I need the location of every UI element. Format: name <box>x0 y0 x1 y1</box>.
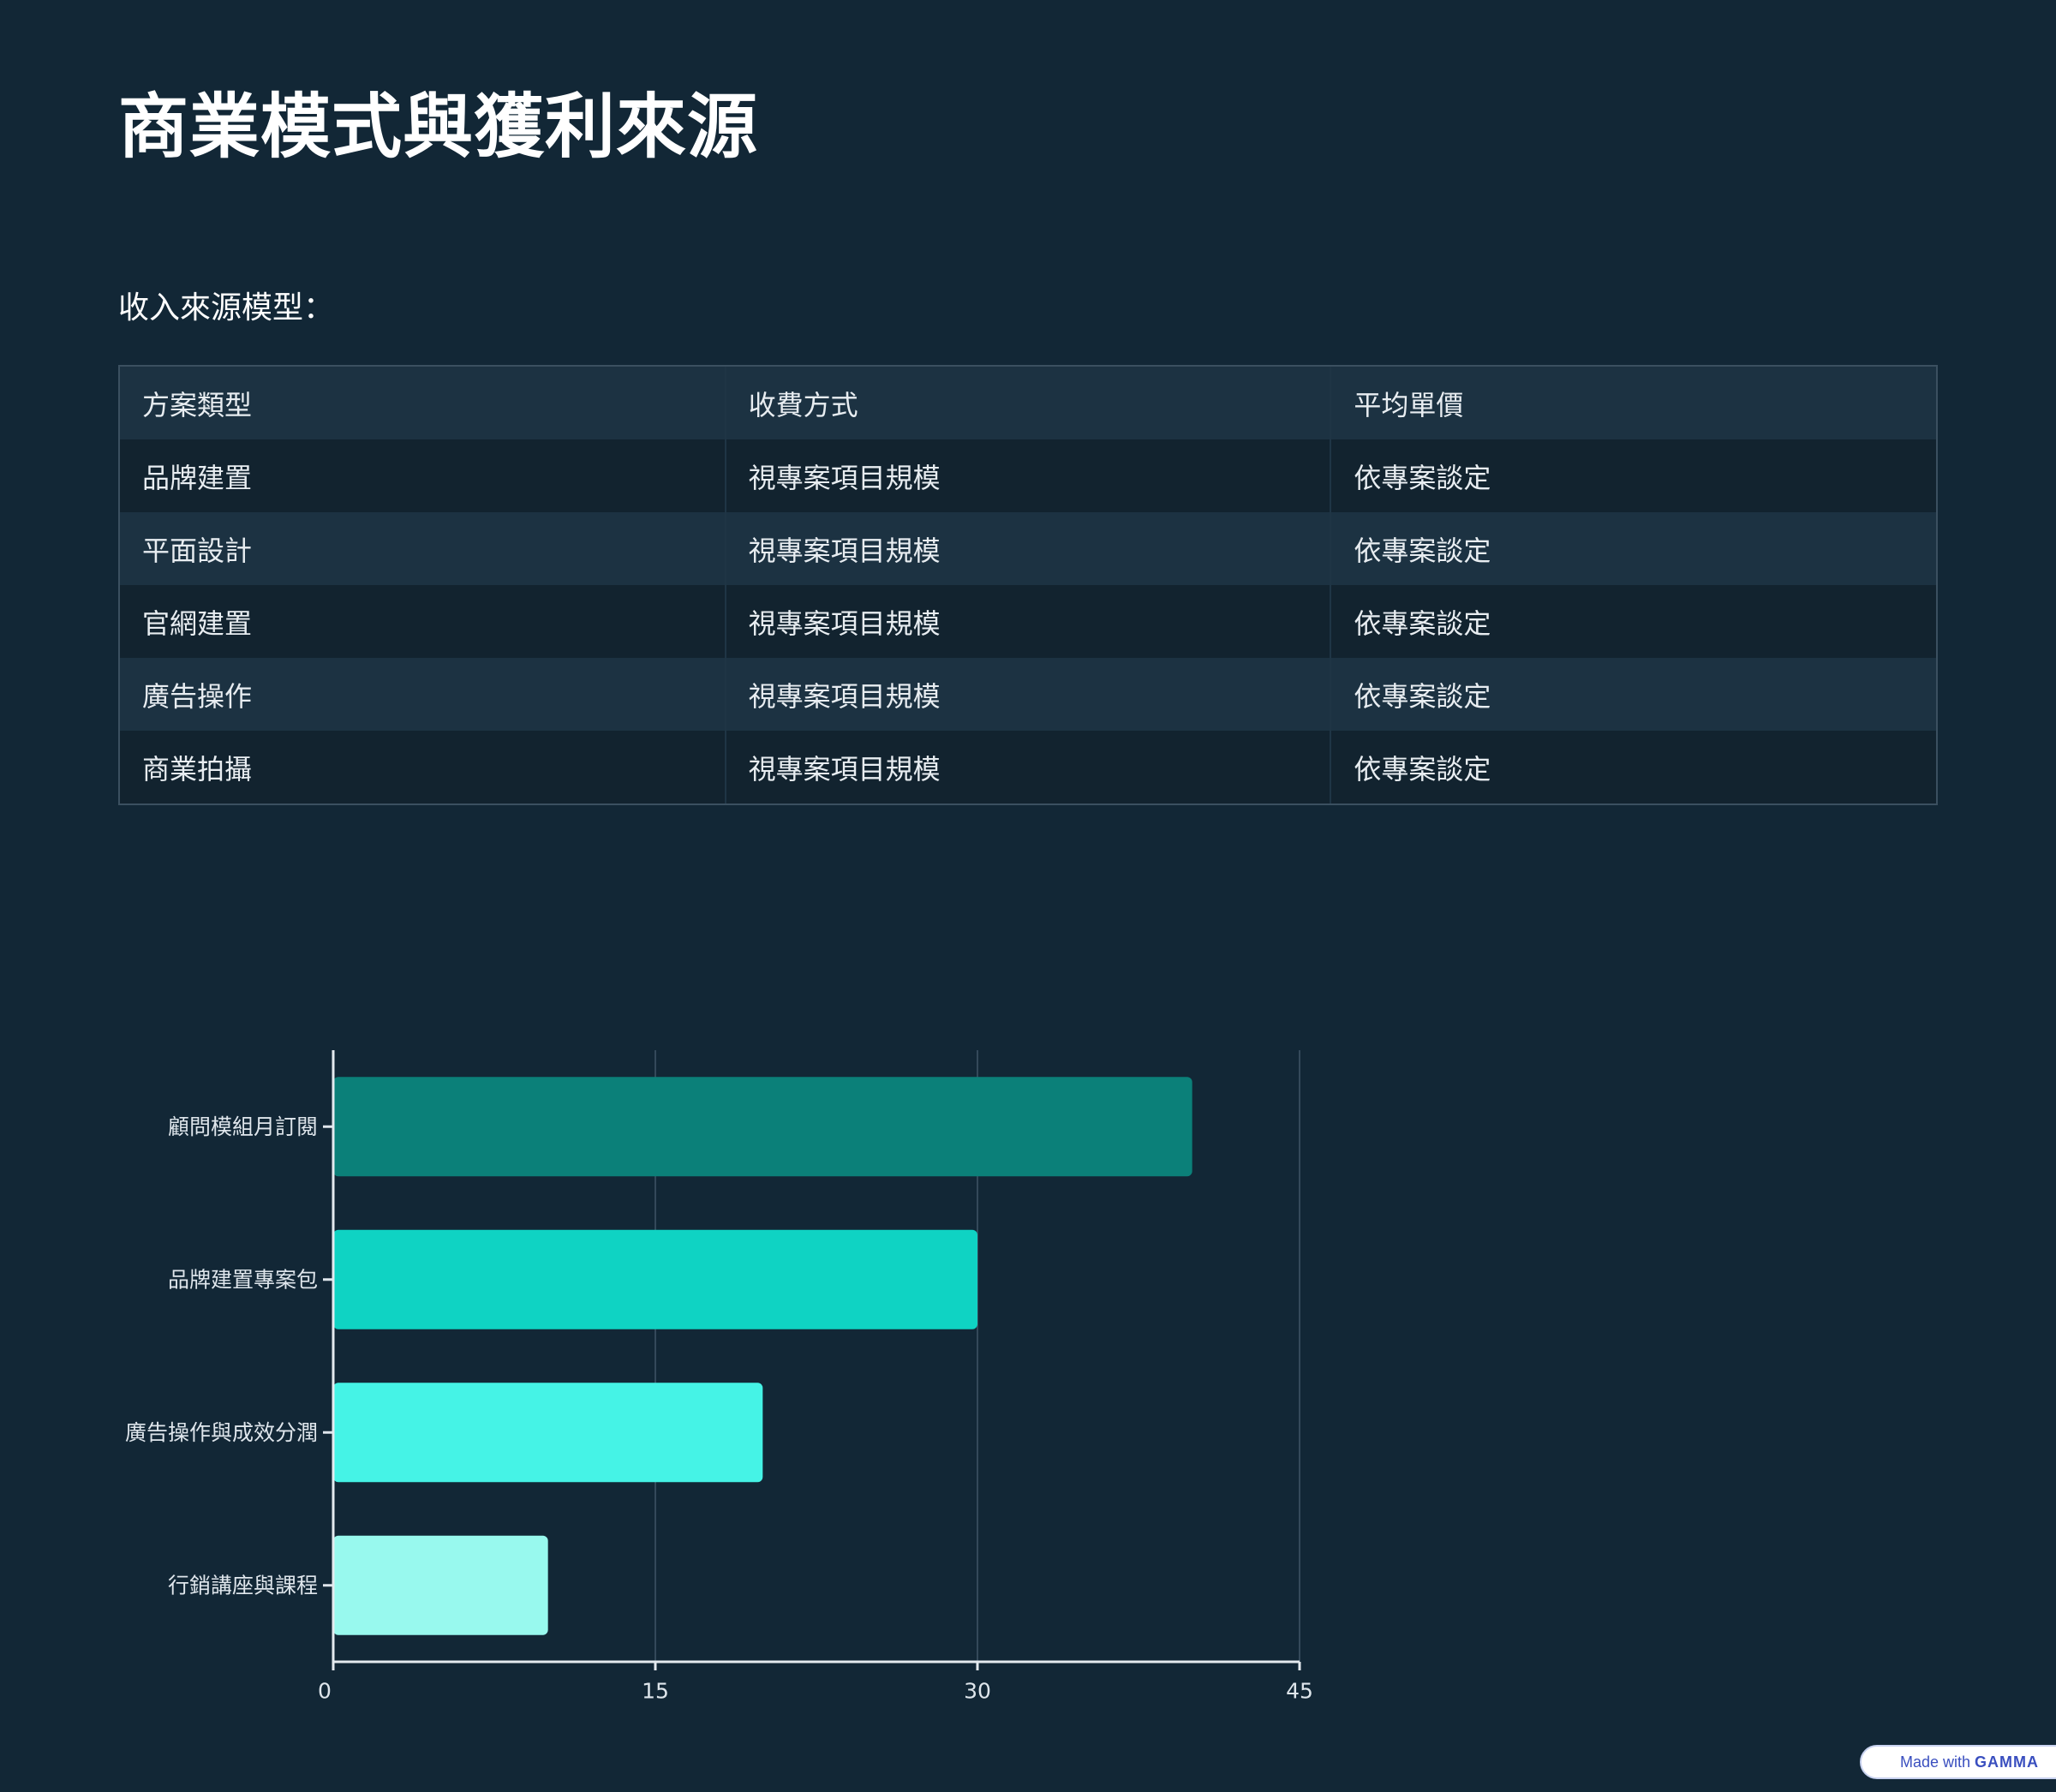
x-tick-label: 15 <box>642 1679 669 1704</box>
category-label: 廣告操作與成效分潤 <box>125 1420 318 1445</box>
bar <box>333 1077 1192 1177</box>
category-label: 顧問模組月訂閱 <box>168 1114 318 1139</box>
bar <box>333 1229 977 1329</box>
category-label: 品牌建置專案包 <box>168 1267 318 1292</box>
category-label: 行銷講座與課程 <box>168 1573 318 1598</box>
x-tick-label: 0 <box>318 1679 332 1704</box>
revenue-bar-chart: 顧問模組月訂閱品牌建置專案包廣告操作與成效分潤行銷講座與課程 0 15 30 45 <box>125 1050 1313 1704</box>
bar <box>333 1383 763 1483</box>
made-with-label: Made with <box>1899 1753 1971 1771</box>
x-tick-label: 45 <box>1286 1679 1313 1704</box>
x-tick-label: 30 <box>964 1679 991 1704</box>
gamma-logo: GAMMA <box>1975 1753 2040 1771</box>
bar <box>333 1535 548 1635</box>
made-with-gamma-badge[interactable]: Made with GAMMA <box>1860 1745 2056 1779</box>
